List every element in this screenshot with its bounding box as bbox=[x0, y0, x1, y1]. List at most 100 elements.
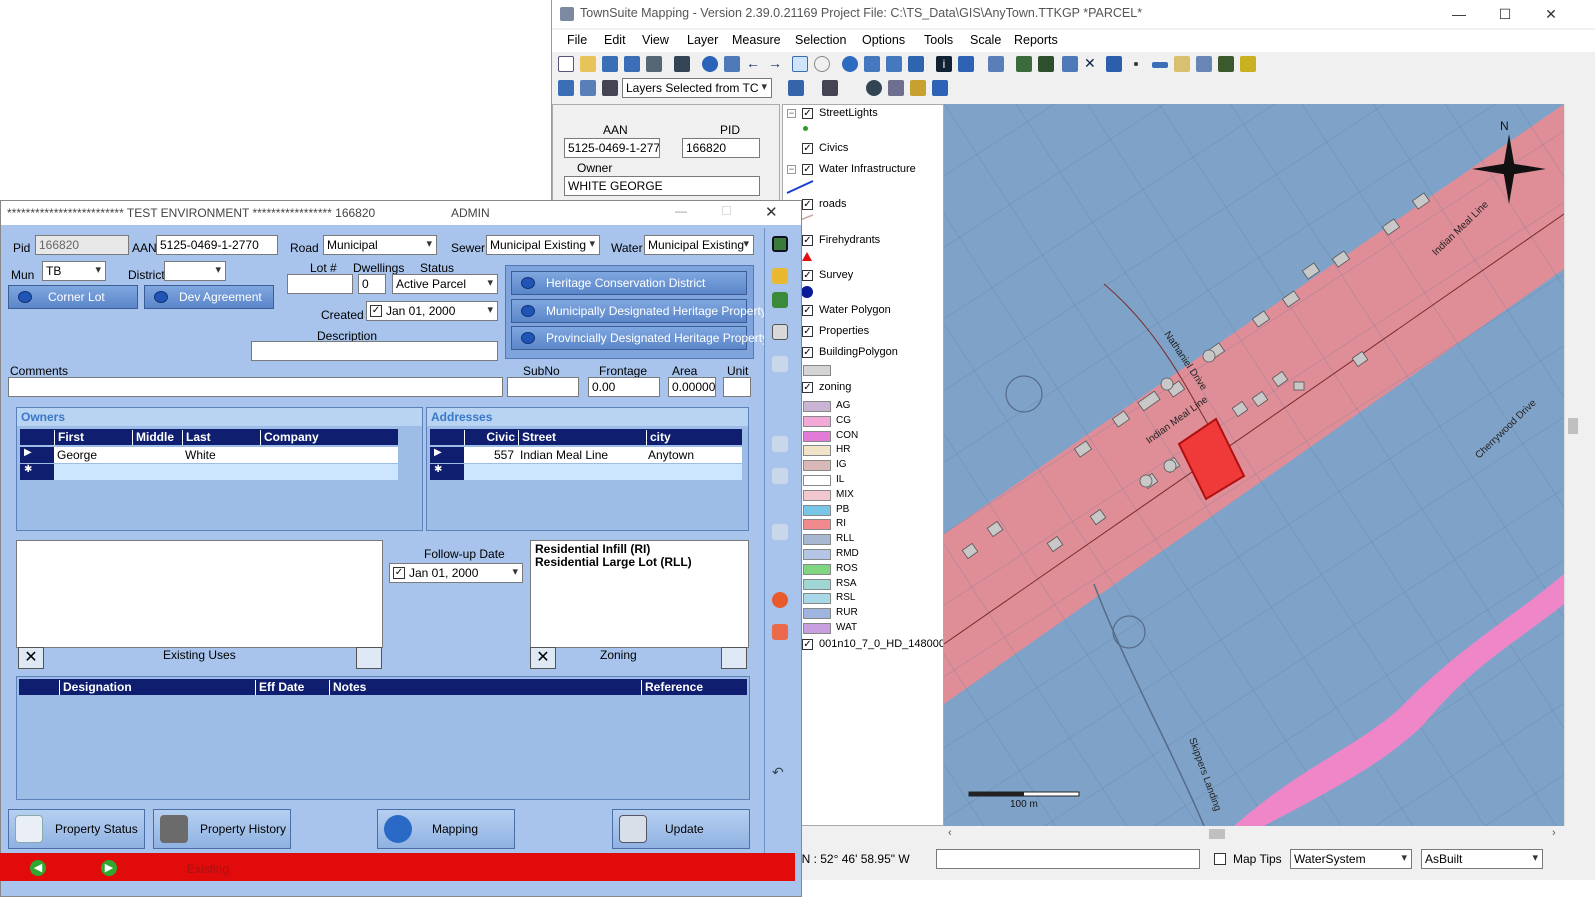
print-icon[interactable] bbox=[674, 56, 690, 72]
frontage-field[interactable]: 0.00 bbox=[588, 377, 660, 397]
table-row[interactable]: ▶ George White bbox=[20, 447, 398, 463]
menu-edit[interactable]: Edit bbox=[604, 33, 626, 47]
layer-water-polygon[interactable]: ✓ Water Polygon bbox=[783, 304, 943, 320]
search-icon[interactable] bbox=[772, 468, 788, 484]
mode-dropdown[interactable]: AsBuilt bbox=[1421, 849, 1543, 869]
sewer-dropdown[interactable]: Municipal Existing bbox=[486, 235, 600, 255]
refresh-icon[interactable] bbox=[772, 324, 788, 340]
mapping-button[interactable]: Mapping bbox=[377, 809, 515, 849]
report-icon[interactable] bbox=[1174, 56, 1190, 72]
layer-basemap[interactable]: −✓001n10_7_0_HD_148000 bbox=[783, 638, 943, 654]
existing-uses-list[interactable] bbox=[16, 540, 383, 648]
pid-field[interactable]: 166820 bbox=[682, 138, 760, 158]
area-field[interactable]: 0.00000 bbox=[668, 377, 716, 397]
maximize-icon[interactable]: ☐ bbox=[721, 204, 732, 218]
layers-icon[interactable] bbox=[602, 56, 618, 72]
undo-icon[interactable]: ↶ bbox=[772, 764, 788, 780]
minimize-icon[interactable]: — bbox=[1444, 4, 1474, 24]
followup-checkbox[interactable]: ✓ bbox=[393, 567, 405, 579]
menu-options[interactable]: Options bbox=[862, 33, 905, 47]
folder-icon[interactable] bbox=[772, 268, 788, 284]
close-icon[interactable]: ✕ bbox=[765, 203, 778, 221]
add-existing-use-icon[interactable] bbox=[356, 647, 382, 669]
add-zoning-icon[interactable] bbox=[721, 647, 747, 669]
cross-icon[interactable]: ✕ bbox=[1084, 56, 1100, 72]
forward-icon[interactable]: → bbox=[768, 56, 784, 72]
globe-icon[interactable] bbox=[702, 56, 718, 72]
status-text-field[interactable] bbox=[936, 849, 1200, 869]
district-dropdown[interactable] bbox=[164, 261, 226, 281]
layer-water-infrastructure[interactable]: − ✓ Water Infrastructure bbox=[783, 163, 943, 179]
layer-stack-icon[interactable] bbox=[1038, 56, 1054, 72]
documents-icon[interactable] bbox=[772, 436, 788, 452]
col-eff-date[interactable]: Eff Date bbox=[255, 680, 329, 695]
scroll-right-icon[interactable]: › bbox=[1552, 827, 1556, 839]
dev-agreement-button[interactable]: Dev Agreement bbox=[144, 285, 274, 309]
subno-field[interactable] bbox=[507, 377, 579, 397]
corner-lot-button[interactable]: Corner Lot bbox=[8, 285, 138, 309]
map-canvas[interactable]: Indian Meal Line Indian Meal Line Nathan… bbox=[944, 104, 1564, 826]
dwellings-field[interactable]: 0 bbox=[358, 274, 386, 294]
layer-firehydrants[interactable]: −✓Firehydrants bbox=[783, 234, 943, 250]
sync-icon[interactable] bbox=[580, 80, 596, 96]
magic-icon[interactable] bbox=[1240, 56, 1256, 72]
update-button[interactable]: Update bbox=[612, 809, 750, 849]
info-icon[interactable]: i bbox=[936, 56, 952, 72]
designation-grid[interactable]: Designation Eff Date Notes Reference bbox=[16, 676, 750, 800]
property-status-button[interactable]: Property Status bbox=[8, 809, 145, 849]
select-icon[interactable] bbox=[864, 56, 880, 72]
col-street[interactable]: Street bbox=[518, 430, 646, 445]
menu-measure[interactable]: Measure bbox=[732, 33, 781, 47]
zoning-list[interactable]: Residential Infill (RI) Residential Larg… bbox=[530, 540, 749, 648]
menu-tools[interactable]: Tools bbox=[924, 33, 953, 47]
menu-selection[interactable]: Selection bbox=[795, 33, 846, 47]
favorite-icon[interactable] bbox=[772, 592, 788, 608]
aan-field[interactable]: 5125-0469-1-2770 bbox=[564, 138, 660, 158]
deselect-icon[interactable] bbox=[886, 56, 902, 72]
photo-icon[interactable] bbox=[910, 80, 926, 96]
identify-icon[interactable] bbox=[958, 56, 974, 72]
measure-icon[interactable] bbox=[988, 56, 1004, 72]
road-dropdown[interactable]: Municipal bbox=[323, 235, 437, 255]
layer-roads[interactable]: −✓roads bbox=[783, 198, 943, 214]
followup-date-picker[interactable]: Jan 01, 2000 bbox=[389, 563, 523, 583]
water-dropdown[interactable]: Municipal Existing bbox=[644, 235, 754, 255]
property-history-button[interactable]: Property History bbox=[153, 809, 291, 849]
next-icon[interactable]: ▶ bbox=[101, 860, 117, 876]
menu-scale[interactable]: Scale bbox=[970, 33, 1001, 47]
map-locate-icon[interactable] bbox=[772, 236, 788, 252]
refresh-icon[interactable] bbox=[908, 56, 924, 72]
layers-icon[interactable] bbox=[772, 292, 788, 308]
query-icon[interactable] bbox=[788, 80, 804, 96]
municipal-heritage-button[interactable]: Municipally Designated Heritage Property bbox=[511, 299, 767, 323]
map-vertical-scrollbar[interactable] bbox=[1564, 104, 1581, 826]
search-icon[interactable] bbox=[888, 80, 904, 96]
status-dropdown[interactable]: Active Parcel bbox=[392, 274, 498, 294]
alert-icon[interactable] bbox=[772, 624, 788, 640]
vscroll-thumb[interactable] bbox=[1568, 418, 1578, 434]
scroll-left-icon[interactable]: ‹ bbox=[948, 827, 952, 839]
menu-reports[interactable]: Reports bbox=[1014, 33, 1058, 47]
layer-streetlights[interactable]: − ✓ StreetLights bbox=[783, 107, 943, 123]
layer-add-icon[interactable] bbox=[1016, 56, 1032, 72]
maximize-icon[interactable]: ☐ bbox=[1490, 4, 1520, 24]
col-middle[interactable]: Middle bbox=[132, 430, 182, 445]
export-icon[interactable] bbox=[646, 56, 662, 72]
delete-zoning-icon[interactable]: ✕ bbox=[530, 647, 556, 669]
layer-zoning[interactable]: −✓zoning bbox=[783, 381, 943, 397]
list-icon[interactable] bbox=[624, 56, 640, 72]
new-icon[interactable] bbox=[558, 56, 574, 72]
pan-icon[interactable] bbox=[842, 56, 858, 72]
minimize-icon[interactable]: — bbox=[675, 204, 687, 218]
layer-survey[interactable]: −✓Survey bbox=[783, 269, 943, 285]
copy-icon[interactable] bbox=[772, 356, 788, 372]
created-date-picker[interactable]: Jan 01, 2000 bbox=[366, 301, 498, 321]
col-designation[interactable]: Designation bbox=[59, 680, 255, 695]
new-row[interactable]: ✱ bbox=[430, 464, 742, 480]
col-notes[interactable]: Notes bbox=[329, 680, 641, 695]
zoom-in-icon[interactable] bbox=[792, 56, 808, 72]
layers-selected-dropdown[interactable]: Layers Selected from TC bbox=[622, 78, 772, 98]
lot-field[interactable] bbox=[287, 274, 353, 294]
delete-existing-use-icon[interactable]: ✕ bbox=[18, 647, 44, 669]
aan-field[interactable]: 5125-0469-1-2770 bbox=[156, 235, 278, 255]
